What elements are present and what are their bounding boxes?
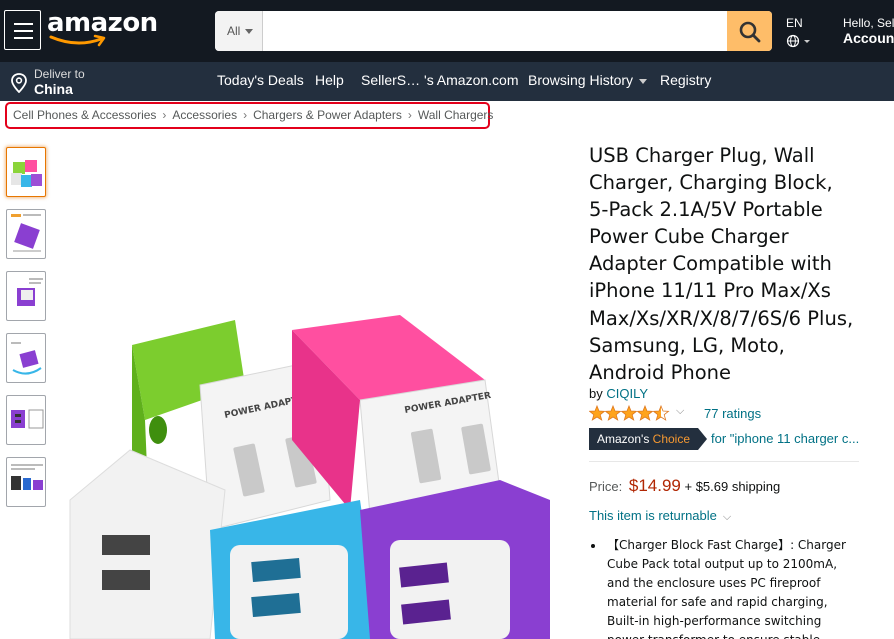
thumbnail-2[interactable] <box>6 209 46 259</box>
sub-navbar: Deliver to China Today's Deals Help Sell… <box>0 62 894 101</box>
language-selector[interactable]: EN <box>786 16 814 51</box>
ratings-count-link[interactable]: 77 ratings <box>704 406 761 421</box>
breadcrumb: Cell Phones & Accessories › Accessories › Ch… <box>5 102 493 129</box>
usb-charger-cubes-illustration: POWER ADAPTER POWER ADAPTER <box>69 315 550 639</box>
nav-help[interactable]: Help <box>315 72 344 88</box>
price-row: Price: $14.99 + $5.69 shipping <box>589 476 781 495</box>
chevron-right-icon: › <box>162 108 167 122</box>
product-title: USB Charger Plug, Wall Charger, Charging… <box>589 144 854 384</box>
chevron-down-icon: ⌵ <box>722 511 732 523</box>
breadcrumb-item[interactable]: Cell Phones & Accessories <box>13 108 156 122</box>
brand-link[interactable]: CIQILY <box>606 386 648 401</box>
search-category-dropdown[interactable]: All <box>215 11 263 51</box>
product-thumbnail-image <box>11 342 42 375</box>
chevron-down-icon[interactable]: ⌵ <box>676 405 684 418</box>
product-thumbnail-image <box>11 409 44 429</box>
main-product-image[interactable]: POWER ADAPTER POWER ADAPTER <box>60 290 550 639</box>
nav-sellers-amazon[interactable]: SellerS… 's Amazon.com <box>361 72 519 88</box>
product-thumbnail-image <box>11 214 41 252</box>
breadcrumb-item[interactable]: Chargers & Power Adapters <box>253 108 402 122</box>
caret-down-icon <box>639 78 648 84</box>
nav-registry[interactable]: Registry <box>660 72 711 88</box>
choice-keyword[interactable]: for "iphone 11 charger c... <box>711 431 861 446</box>
search-input[interactable] <box>263 11 727 51</box>
divider <box>589 461 859 462</box>
brand-byline: by CIQILY <box>589 386 649 401</box>
breadcrumb-item[interactable]: Accessories <box>172 108 237 122</box>
chevron-right-icon: › <box>243 108 248 122</box>
thumbnail-4[interactable] <box>6 333 46 383</box>
product-thumbnail-image <box>17 278 43 306</box>
search-icon <box>739 21 761 43</box>
bullet-icon <box>591 544 595 548</box>
product-thumbnail-image <box>11 160 42 187</box>
smile-arrow-icon <box>49 34 106 47</box>
thumbnail-6[interactable] <box>6 457 46 507</box>
breadcrumb-item[interactable]: Wall Chargers <box>418 108 494 122</box>
thumbnail-3[interactable] <box>6 271 46 321</box>
shipping-cost: + $5.69 shipping <box>684 479 781 494</box>
thumbnail-5[interactable] <box>6 395 46 445</box>
globe-icon <box>786 34 810 48</box>
search-bar: All <box>215 11 772 51</box>
returnable-dropdown[interactable]: This item is returnable ⌵ <box>589 508 731 524</box>
caret-down-icon <box>245 29 254 35</box>
product-thumbnail-image <box>11 464 43 490</box>
amazons-choice-badge: Amazon's Choice <box>589 428 708 450</box>
feature-bullet: 【Charger Block Fast Charge】: Charger Cub… <box>591 536 859 639</box>
price-value: $14.99 <box>628 476 681 495</box>
account-menu[interactable]: Hello, Sel Account <box>843 16 894 47</box>
nav-todays-deals[interactable]: Today's Deals <box>217 72 304 88</box>
chevron-right-icon: › <box>407 108 412 122</box>
location-pin-icon <box>11 73 27 93</box>
search-button[interactable] <box>727 11 772 51</box>
nav-browsing-history[interactable]: Browsing History <box>528 72 648 88</box>
menu-icon[interactable] <box>4 10 41 50</box>
top-navbar: amazon All EN Hello, Sel Account <box>0 0 894 62</box>
thumbnail-1[interactable] <box>6 147 46 197</box>
amazon-logo[interactable]: amazon <box>47 8 158 48</box>
star-rating-icon[interactable] <box>589 404 671 422</box>
